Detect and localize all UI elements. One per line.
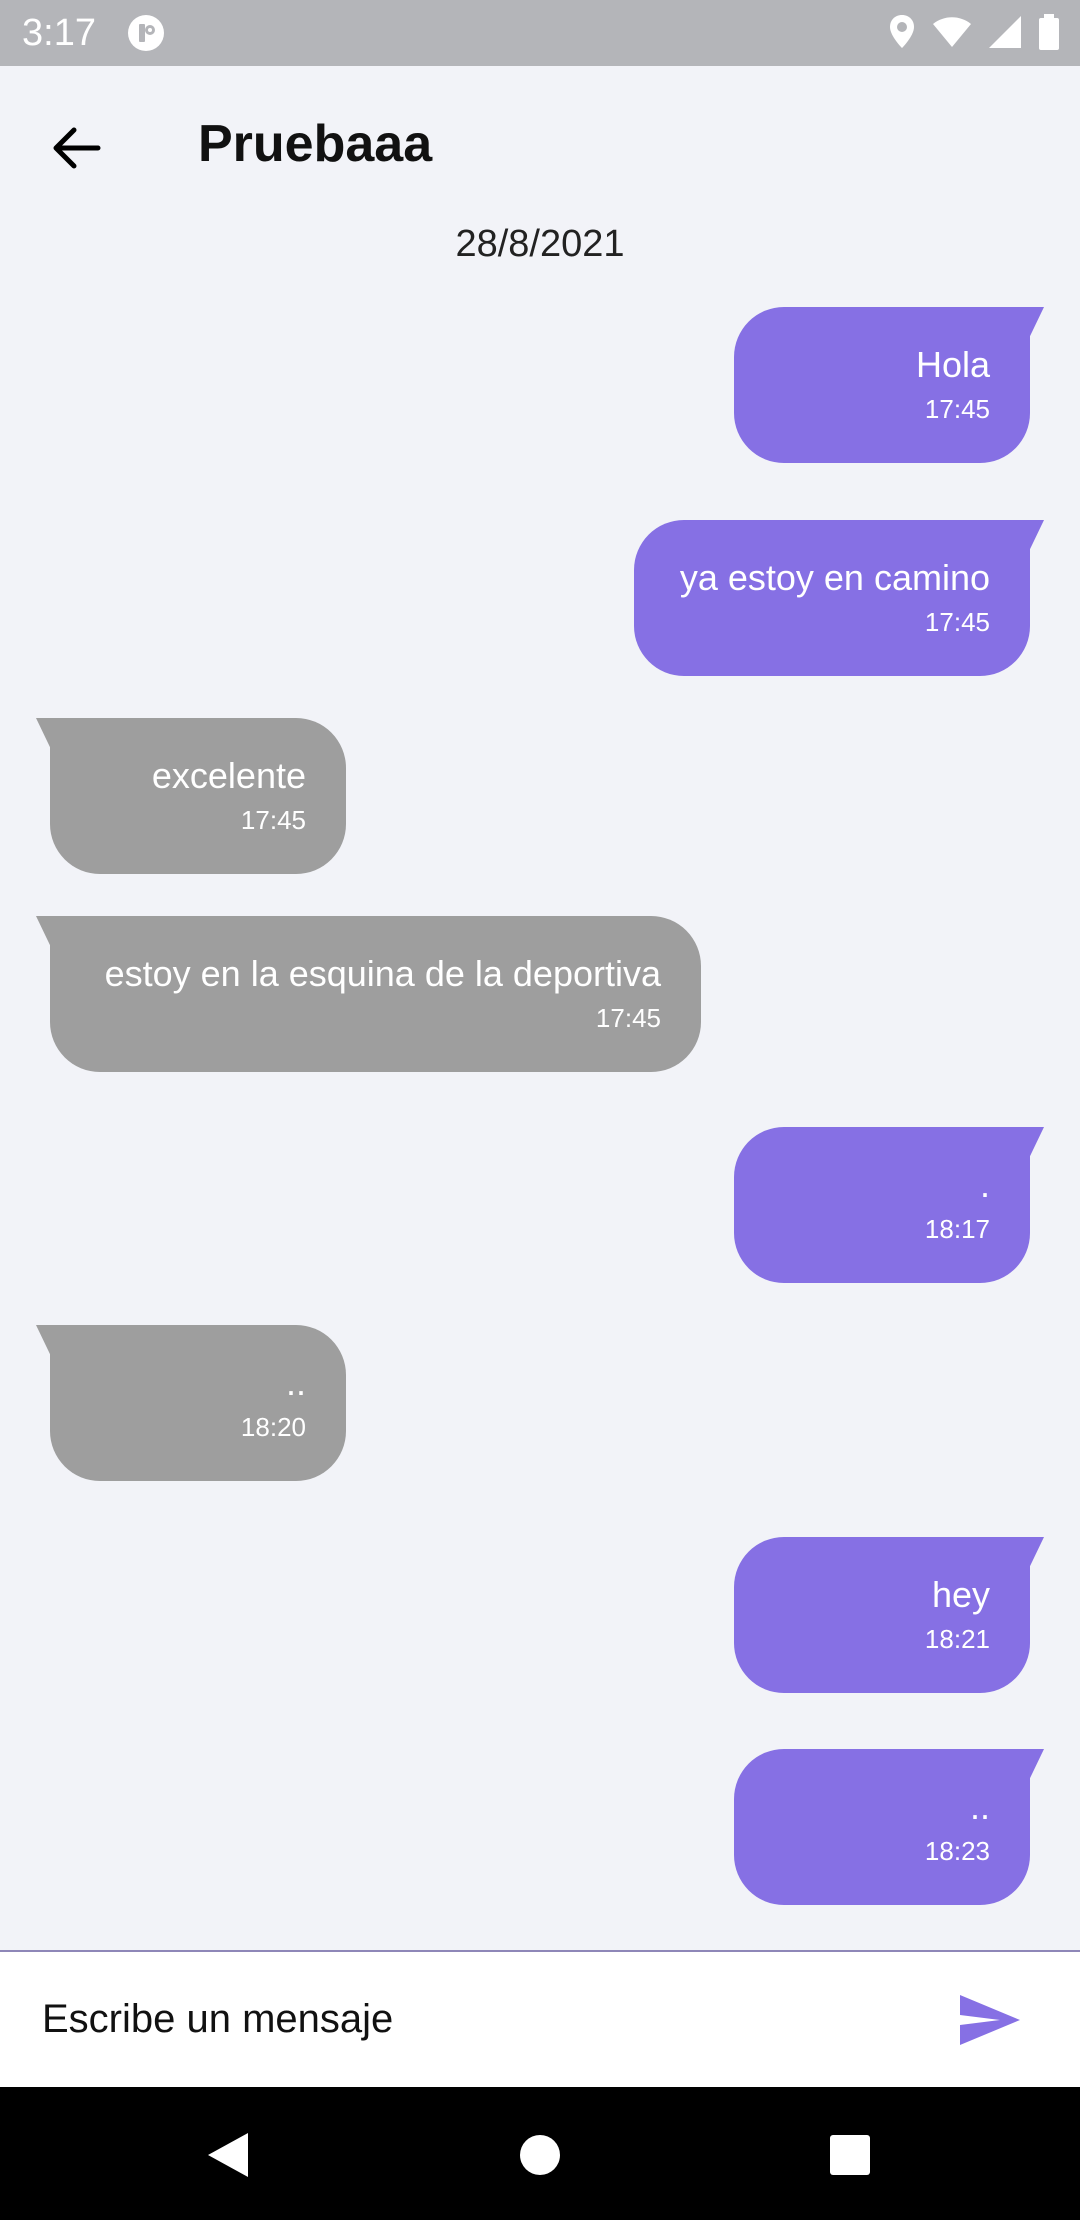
message-bubble-incoming[interactable]: excelente 17:45 [36,718,346,874]
message-bubble-outgoing[interactable]: . 18:17 [734,1127,1044,1283]
message-bubble-outgoing[interactable]: .. 18:23 [734,1749,1044,1905]
system-nav-bar [0,2087,1080,2220]
nav-recents-button[interactable] [818,2123,882,2187]
message-text: ya estoy en camino [679,557,990,598]
message-bubble-outgoing[interactable]: Hola 17:45 [734,307,1044,463]
message-time: 17:45 [240,805,306,835]
message-time: 18:23 [924,1836,990,1866]
message-time: 17:45 [924,394,990,424]
message-composer [0,1950,1080,2087]
home-circle-icon [520,2135,560,2175]
message-text: .. [969,1786,990,1827]
message-bubble-outgoing[interactable]: hey 18:21 [734,1537,1044,1693]
nav-home-button[interactable] [508,2123,572,2187]
message-text: hey [931,1574,990,1615]
message-bubble-outgoing[interactable]: ya estoy en camino 17:45 [634,520,1044,676]
message-text: excelente [151,755,306,796]
message-text: estoy en la esquina de la deportiva [104,953,661,994]
message-bubble-incoming[interactable]: estoy en la esquina de la deportiva 17:4… [36,916,701,1072]
message-input[interactable] [42,1974,922,2064]
nav-back-button[interactable] [196,2123,260,2187]
message-time: 18:20 [240,1412,306,1442]
recents-square-icon [830,2135,870,2175]
message-text: . [979,1164,990,1205]
message-text: Hola [915,344,990,385]
message-time: 18:17 [924,1214,990,1244]
back-triangle-icon [208,2133,248,2177]
message-bubble-incoming[interactable]: .. 18:20 [36,1325,346,1481]
message-time: 17:45 [595,1003,661,1033]
message-list[interactable]: Hola 17:45 ya estoy en camino 17:45 exce… [0,0,1080,1950]
send-button[interactable] [950,1980,1030,2060]
message-time: 18:21 [924,1624,990,1654]
send-icon [960,1995,1020,2045]
message-time: 17:45 [924,607,990,637]
message-text: .. [285,1362,306,1403]
